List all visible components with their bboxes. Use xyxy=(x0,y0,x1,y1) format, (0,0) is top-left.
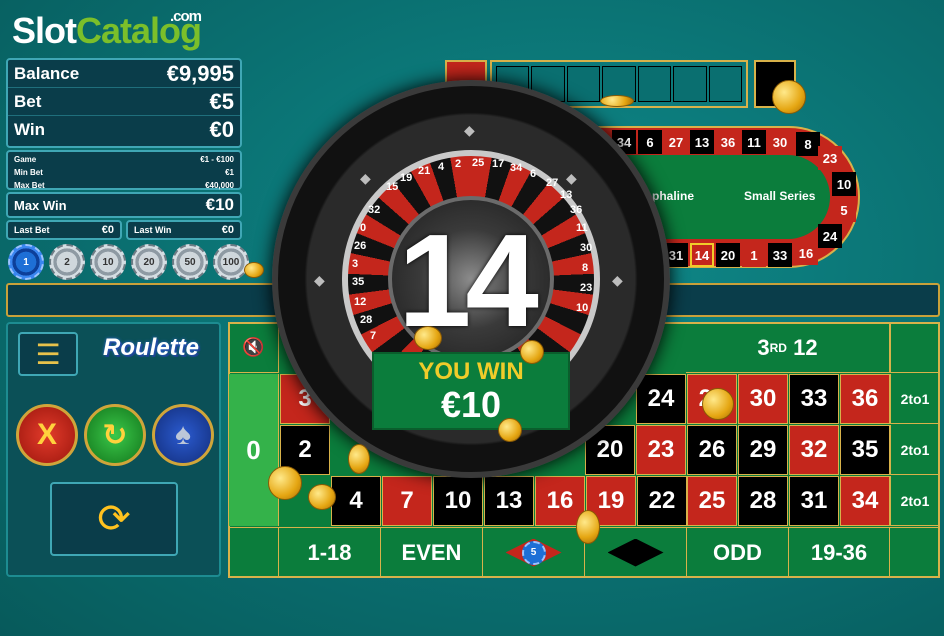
bet-number-13[interactable]: 13 xyxy=(484,476,534,526)
wheel-arrow-icon: ◆ xyxy=(464,122,475,138)
wheel-number: 2 xyxy=(455,158,462,170)
gold-coin-icon xyxy=(244,262,264,278)
gold-coin-icon xyxy=(702,388,734,420)
bet-number-22[interactable]: 22 xyxy=(637,476,687,526)
wheel-arrow-icon: ◆ xyxy=(360,170,371,186)
wheel-number: 3 xyxy=(352,258,359,270)
bet-1-18[interactable]: 1-18 xyxy=(279,527,381,577)
bet-chip-5[interactable]: 5 xyxy=(521,540,546,565)
wheel-number: 17 xyxy=(492,158,505,170)
spin-button[interactable]: ⟳ xyxy=(50,482,178,556)
bet-19-36[interactable]: 19-36 xyxy=(789,527,890,577)
wheel-number: 27 xyxy=(546,177,559,189)
bet-number-25[interactable]: 25 xyxy=(687,476,737,526)
bet-even[interactable]: EVEN xyxy=(381,527,483,577)
bet-number-7[interactable]: 7 xyxy=(382,476,432,526)
outside-right-cell xyxy=(890,527,939,577)
wheel-number: 10 xyxy=(576,302,589,314)
bet-number-28[interactable]: 28 xyxy=(738,476,788,526)
wheel-number: 0 xyxy=(360,222,367,234)
wheel-number: 25 xyxy=(472,157,485,169)
gold-coin-icon xyxy=(348,444,370,474)
gold-coin-icon xyxy=(414,326,442,350)
bet-number-10[interactable]: 10 xyxy=(433,476,483,526)
gold-coin-icon xyxy=(520,340,544,364)
win-title: YOU WIN xyxy=(418,358,524,385)
wheel-number: 12 xyxy=(354,296,367,308)
wheel-arrow-icon: ◆ xyxy=(612,272,623,288)
bet-number-34[interactable]: 34 xyxy=(840,476,890,526)
wheel-number: 7 xyxy=(370,330,377,342)
wheel-number: 30 xyxy=(580,242,593,254)
gold-coin-icon xyxy=(308,484,336,510)
wheel-number: 6 xyxy=(530,168,537,180)
wheel-arrow-icon: ◆ xyxy=(566,170,577,186)
gold-coin-icon xyxy=(600,95,634,107)
wheel-number: 15 xyxy=(386,181,399,193)
wheel-arrow-icon: ◆ xyxy=(314,272,325,288)
bet-odd[interactable]: ODD xyxy=(687,527,789,577)
bet-number-31[interactable]: 31 xyxy=(789,476,839,526)
bet-red[interactable]: 5 xyxy=(483,527,585,577)
wheel-number: 11 xyxy=(576,222,588,234)
wheel-number: 19 xyxy=(400,172,413,184)
gold-coin-icon xyxy=(498,418,522,442)
gold-coin-icon xyxy=(772,80,806,114)
bet-black[interactable] xyxy=(585,527,687,577)
bet-column-3[interactable]: 2to1 xyxy=(890,476,939,526)
wheel-number: 28 xyxy=(360,314,373,326)
wheel-number: 35 xyxy=(352,276,365,288)
wheel-number: 4 xyxy=(438,161,445,173)
gold-coin-icon xyxy=(268,466,302,500)
wheel-number: 13 xyxy=(560,189,573,201)
wheel-number: 8 xyxy=(582,262,589,274)
wheel-number: 21 xyxy=(418,165,431,177)
bet-number-4[interactable]: 4 xyxy=(331,476,381,526)
black-diamond-icon xyxy=(607,538,664,567)
wheel-number: 26 xyxy=(354,240,367,252)
gold-coin-icon xyxy=(576,510,600,544)
wheel-number: 32 xyxy=(368,204,381,216)
wheel-number: 36 xyxy=(570,204,583,216)
win-amount: €10 xyxy=(440,384,502,425)
win-banner: YOU WIN €10 xyxy=(372,352,570,430)
wheel-number: 34 xyxy=(510,162,523,174)
outside-empty-cell xyxy=(229,527,279,577)
wheel-number: 23 xyxy=(580,282,593,294)
spin-icon: ⟳ xyxy=(97,497,131,541)
